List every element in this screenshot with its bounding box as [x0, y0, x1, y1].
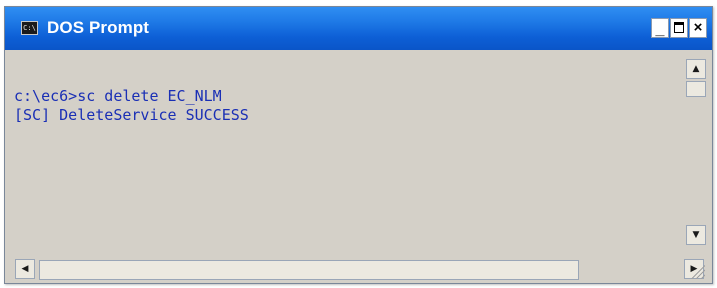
window-title: DOS Prompt	[47, 18, 150, 37]
console-line: [SC] DeleteService SUCCESS	[14, 106, 249, 124]
vertical-scrollbar[interactable]: ▲ ▼	[685, 59, 707, 257]
horizontal-scroll-thumb[interactable]	[39, 260, 579, 280]
vertical-scroll-thumb[interactable]	[686, 81, 706, 97]
title-bar[interactable]: C:\ DOS Prompt _ ×	[5, 7, 712, 50]
minimize-button[interactable]: _	[651, 18, 669, 38]
resize-grip-icon[interactable]	[689, 263, 705, 279]
console-output-area[interactable]: c:\ec6>sc delete EC_NLM [SC] DeleteServic…	[14, 50, 684, 256]
dos-prompt-window: C:\ DOS Prompt _ × c:\ec6>sc delete EC_N…	[4, 6, 713, 284]
scroll-left-button[interactable]: ◀	[15, 259, 35, 279]
scroll-up-button[interactable]: ▲	[686, 59, 706, 79]
close-button[interactable]: ×	[689, 18, 707, 38]
console-app-icon[interactable]: C:\	[21, 21, 38, 35]
console-line: c:\ec6>sc delete EC_NLM	[14, 87, 222, 105]
maximize-icon	[674, 22, 684, 33]
horizontal-scrollbar[interactable]: ◀ ▶	[14, 259, 706, 281]
scroll-down-button[interactable]: ▼	[686, 225, 706, 245]
maximize-button[interactable]	[670, 18, 688, 38]
